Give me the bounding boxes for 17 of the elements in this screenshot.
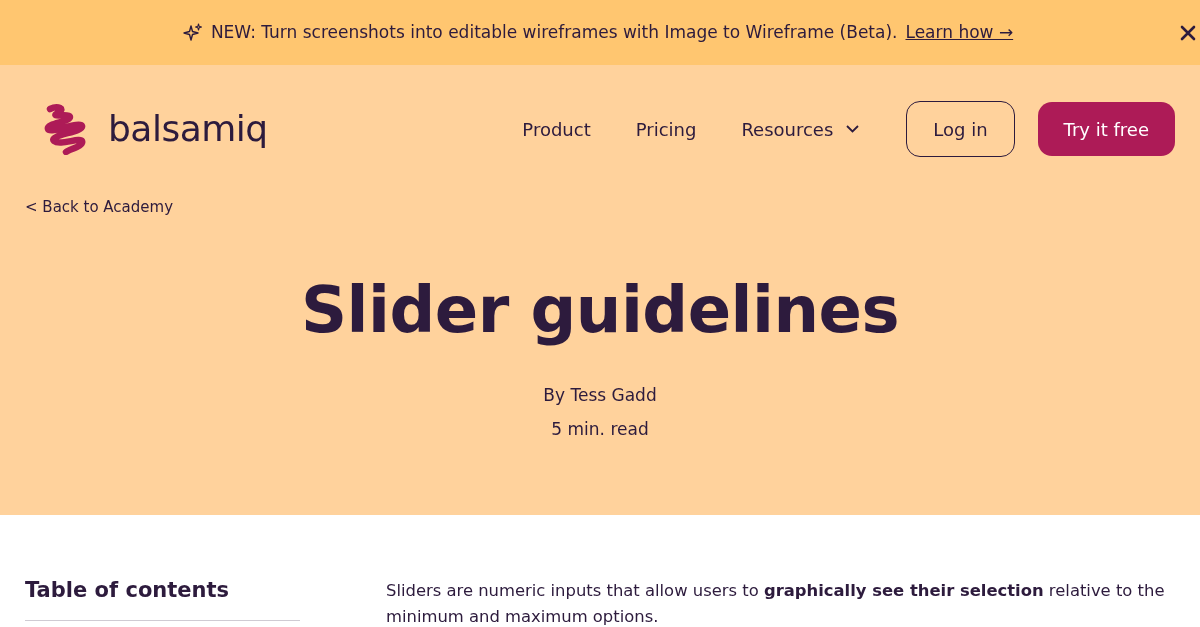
nav-link[interactable]: Product [522, 115, 591, 143]
intro-paragraph: Sliders are numeric inputs that allow users to graphically see their selection relative to the minimum and maximum options. [386, 580, 1166, 627]
announcement-text: NEW: Turn screenshots into editable wireframes with Image to Wireframe (Beta). [210, 20, 898, 44]
learn-how-link[interactable]: Learn how → [905, 19, 1014, 46]
close-button[interactable] [1180, 24, 1196, 41]
article-title: Slider guidelines [301, 272, 899, 349]
brand-name[interactable]: balsamiq [108, 111, 268, 147]
sparkle-icon [182, 22, 203, 43]
read-time: 5 min. read [551, 419, 649, 439]
chevron-down-icon [846, 125, 860, 133]
back-link[interactable]: < Back to Academy [25, 195, 174, 219]
login-button[interactable]: Log in [906, 101, 1015, 157]
toc-heading: Table of contents [25, 577, 230, 604]
try-free-button[interactable]: Try it free [1037, 102, 1175, 156]
nav-link[interactable]: Pricing [635, 115, 697, 143]
author-byline: By Tess Gadd [543, 385, 657, 405]
nav-dropdown[interactable]: Resources [741, 115, 860, 143]
